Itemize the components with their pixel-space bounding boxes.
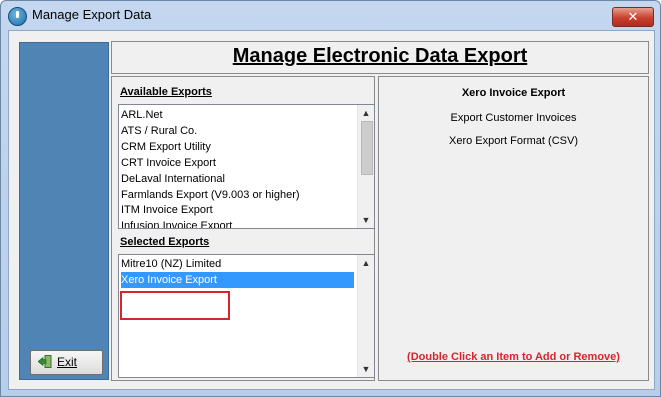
- list-item[interactable]: CRM Export Utility: [121, 139, 354, 155]
- details-panel: Xero Invoice Export Export Customer Invo…: [378, 76, 649, 381]
- available-exports-list[interactable]: ARL.Net ATS / Rural Co. CRM Export Utility…: [118, 104, 375, 229]
- scroll-up-arrow-icon[interactable]: ▲: [358, 105, 374, 121]
- selected-scrollbar[interactable]: ▲ ▼: [357, 255, 374, 377]
- power-icon: [8, 7, 27, 26]
- window: Manage Export Data ✕ Exit Manage Electro…: [0, 0, 661, 397]
- list-item[interactable]: DeLaval International: [121, 171, 354, 187]
- left-sidebar: [19, 42, 109, 380]
- list-item[interactable]: ITM Invoice Export: [121, 202, 354, 218]
- selected-exports-label: Selected Exports: [120, 236, 210, 248]
- scroll-down-arrow-icon[interactable]: ▼: [358, 361, 374, 377]
- list-item[interactable]: Xero Invoice Export: [121, 272, 354, 288]
- list-item[interactable]: CRT Invoice Export: [121, 155, 354, 171]
- details-heading: Xero Invoice Export: [461, 87, 566, 99]
- list-item[interactable]: ARL.Net: [121, 107, 354, 123]
- list-item[interactable]: Mitre10 (NZ) Limited: [121, 256, 354, 272]
- selected-exports-list[interactable]: Mitre10 (NZ) Limited Xero Invoice Export …: [118, 254, 375, 378]
- page-title-box: Manage Electronic Data Export: [111, 41, 649, 74]
- available-scrollbar[interactable]: ▲ ▼: [357, 105, 374, 228]
- exit-door-icon: [38, 355, 52, 368]
- scroll-down-arrow-icon[interactable]: ▼: [358, 212, 374, 228]
- page-title: Manage Electronic Data Export: [232, 45, 528, 67]
- client-area: Exit Manage Electronic Data Export Avail…: [8, 30, 655, 390]
- window-title: Manage Export Data: [32, 7, 152, 22]
- scroll-up-arrow-icon[interactable]: ▲: [358, 255, 374, 271]
- close-button[interactable]: ✕: [612, 7, 654, 27]
- list-item[interactable]: Infusion Invoice Export: [121, 218, 354, 228]
- title-bar[interactable]: Manage Export Data ✕: [1, 1, 660, 30]
- exit-label: Exit: [57, 355, 78, 369]
- list-item[interactable]: Farmlands Export (V9.003 or higher): [121, 187, 354, 203]
- details-line-1: Export Customer Invoices: [450, 112, 577, 124]
- scroll-thumb[interactable]: [361, 121, 373, 175]
- instruction-hint: (Double Click an Item to Add or Remove): [407, 351, 620, 363]
- available-exports-label: Available Exports: [120, 86, 212, 98]
- list-item[interactable]: ATS / Rural Co.: [121, 123, 354, 139]
- details-line-2: Xero Export Format (CSV): [449, 135, 578, 147]
- exit-button[interactable]: Exit: [30, 350, 103, 375]
- close-icon: ✕: [627, 9, 639, 24]
- exports-panel: Available Exports ARL.Net ATS / Rural Co.…: [111, 76, 375, 381]
